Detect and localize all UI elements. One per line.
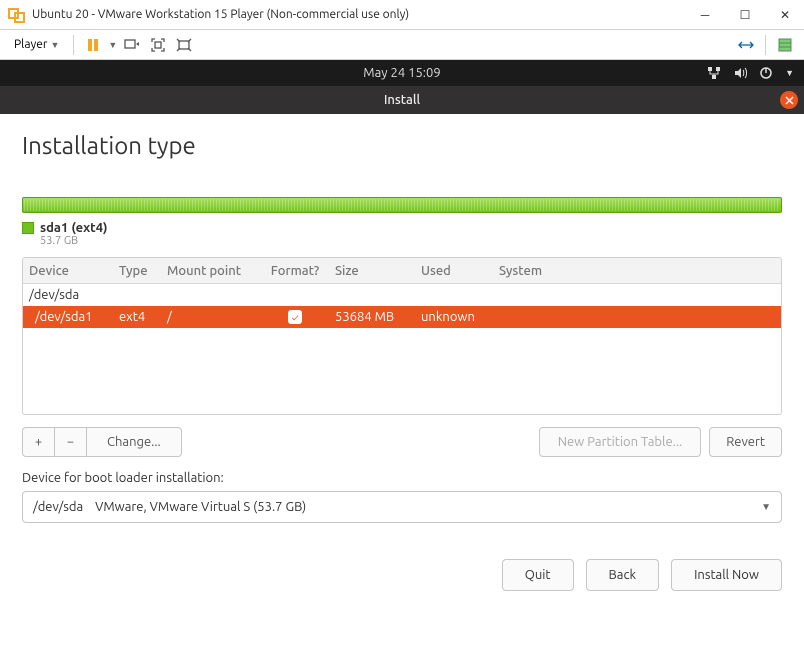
boot-loader-value: /dev/sda VMware, VMware Virtual S (53.7 …: [33, 500, 306, 514]
table-header: Device Type Mount point Format? Size Use…: [23, 258, 781, 284]
pause-button[interactable]: [82, 34, 104, 56]
volume-icon[interactable]: [733, 66, 747, 80]
vmware-titlebar: Ubuntu 20 - VMware Workstation 15 Player…: [0, 0, 804, 30]
maximize-button[interactable]: ☐: [734, 8, 756, 22]
installer-body: Installation type sda1 (ext4) 53.7 GB De…: [0, 114, 804, 609]
page-title: Installation type: [22, 132, 782, 159]
fullscreen-icon[interactable]: [147, 34, 169, 56]
window-title: Ubuntu 20 - VMware Workstation 15 Player…: [32, 8, 694, 21]
chevron-down-icon[interactable]: ▼: [108, 40, 117, 50]
partition-legend: sda1 (ext4): [22, 221, 782, 235]
cell-used: unknown: [415, 310, 493, 324]
col-format[interactable]: Format?: [261, 264, 329, 278]
power-icon[interactable]: [759, 66, 773, 80]
install-now-button[interactable]: Install Now: [671, 559, 782, 591]
close-installer-button[interactable]: [780, 91, 798, 109]
cell-size: 53684 MB: [329, 310, 415, 324]
boot-loader-label: Device for boot loader installation:: [22, 471, 782, 485]
cell-device: /dev/sda1: [23, 310, 113, 324]
col-size[interactable]: Size: [329, 264, 415, 278]
chevron-down-icon: ▼: [50, 40, 59, 50]
col-system[interactable]: System: [493, 264, 781, 278]
new-partition-table-button[interactable]: New Partition Table...: [539, 427, 702, 457]
partition-table: Device Type Mount point Format? Size Use…: [22, 257, 782, 415]
chevron-down-icon: ▼: [761, 501, 771, 513]
cell-device: /dev/sda: [23, 288, 113, 302]
cell-mount: /: [161, 310, 261, 324]
cell-format[interactable]: ✓: [261, 310, 329, 325]
partition-swatch-icon: [22, 222, 34, 234]
minimize-button[interactable]: ─: [694, 8, 716, 22]
close-button[interactable]: ✕: [774, 8, 796, 22]
datetime-label[interactable]: May 24 15:09: [363, 66, 440, 80]
cycle-multiple-monitors-icon[interactable]: [735, 34, 757, 56]
col-type[interactable]: Type: [113, 264, 161, 278]
settings-panel-icon[interactable]: [774, 34, 796, 56]
partition-name: sda1 (ext4): [40, 221, 108, 235]
player-menu-button[interactable]: Player ▼: [8, 34, 65, 55]
change-partition-button[interactable]: Change...: [86, 427, 182, 457]
partition-size: 53.7 GB: [40, 235, 782, 247]
player-menu-label: Player: [14, 38, 47, 51]
back-button[interactable]: Back: [586, 559, 660, 591]
partition-usage-bar: [22, 197, 782, 213]
installer-header-title: Install: [384, 93, 420, 107]
remove-partition-button[interactable]: −: [54, 427, 86, 457]
col-device[interactable]: Device: [23, 264, 113, 278]
cell-type: ext4: [113, 310, 161, 324]
add-partition-button[interactable]: +: [22, 427, 54, 457]
send-ctrl-alt-del-icon[interactable]: [121, 34, 143, 56]
network-icon[interactable]: [707, 66, 721, 80]
quit-button[interactable]: Quit: [502, 559, 574, 591]
unity-mode-icon[interactable]: [173, 34, 195, 56]
checkmark-icon: ✓: [288, 310, 302, 324]
ubuntu-top-bar: May 24 15:09 ▼: [0, 60, 804, 86]
col-used[interactable]: Used: [415, 264, 493, 278]
revert-button[interactable]: Revert: [709, 427, 782, 457]
vmware-logo-icon: [8, 6, 26, 24]
col-mount[interactable]: Mount point: [161, 264, 261, 278]
table-row-selected[interactable]: /dev/sda1 ext4 / ✓ 53684 MB unknown: [23, 306, 781, 328]
installer-header: Install: [0, 86, 804, 114]
vmware-toolbar: Player ▼ ▼: [0, 30, 804, 60]
chevron-down-icon[interactable]: ▼: [785, 68, 794, 78]
boot-loader-select[interactable]: /dev/sda VMware, VMware Virtual S (53.7 …: [22, 491, 782, 523]
table-row[interactable]: /dev/sda: [23, 284, 781, 306]
